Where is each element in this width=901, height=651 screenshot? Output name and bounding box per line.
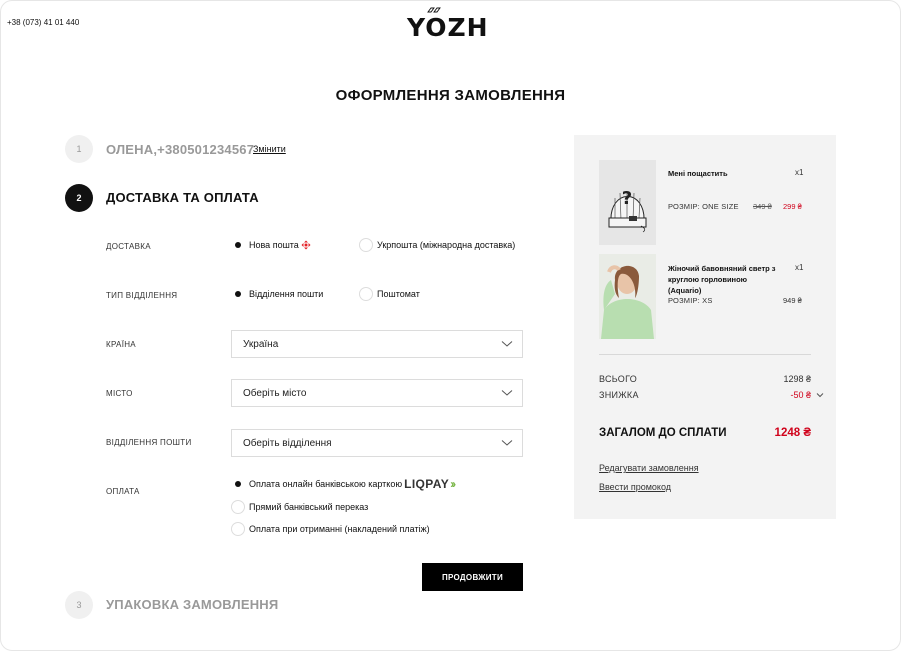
liqpay-logo: LIQPAY ›› <box>404 477 456 491</box>
radio-unchecked-icon <box>359 287 373 301</box>
product-size: РОЗМІР: XS <box>668 296 713 305</box>
delivery-option-ukrposhta[interactable]: Укрпошта (міжнародна доставка) <box>359 238 515 252</box>
country-select[interactable]: Україна <box>231 330 523 358</box>
liqpay-text: LIQPAY <box>404 477 450 491</box>
phone-number[interactable]: +38 (073) 41 01 440 <box>7 18 79 27</box>
branch-option-label: Відділення пошти <box>249 289 324 299</box>
product-price: 299 ₴ <box>783 202 802 211</box>
step-3-number: 3 <box>65 591 93 619</box>
discount-label: ЗНИЖКА <box>599 390 639 400</box>
radio-unchecked-icon <box>231 500 245 514</box>
total-value: 1248 ₴ <box>774 427 811 439</box>
country-label: КРАЇНА <box>106 340 136 349</box>
branch-option-post-office[interactable]: Відділення пошти <box>231 287 323 301</box>
discount-value: -50 ₴ <box>790 390 811 400</box>
total-label: ЗАГАЛОМ ДО СПЛАТИ <box>599 427 727 439</box>
payment-option-label: Оплата онлайн банківською карткою <box>249 479 403 489</box>
payment-option-cash-on-delivery[interactable]: Оплата при отриманні (накладений платіж) <box>231 522 430 536</box>
post-office-select-value: Оберіть відділення <box>243 437 332 449</box>
payment-option-label: Прямий банківський переказ <box>249 502 369 512</box>
city-label: МІСТО <box>106 389 133 398</box>
chevron-down-icon <box>501 341 513 347</box>
delivery-label: ДОСТАВКА <box>106 242 151 251</box>
city-select[interactable]: Оберіть місто <box>231 379 523 407</box>
product-name-line: круглою горловиною <box>668 275 748 284</box>
product-qty: x1 <box>795 168 804 177</box>
subtotal-value: 1298 ₴ <box>783 374 811 384</box>
post-office-select[interactable]: Оберіть відділення <box>231 429 523 457</box>
liqpay-chevrons-icon: ›› <box>450 477 456 491</box>
step-1-number: 1 <box>65 135 93 163</box>
product-name-line: (Aquario) <box>668 286 702 295</box>
summary-divider <box>599 354 811 355</box>
radio-checked-icon <box>231 238 245 252</box>
branch-option-label: Поштомат <box>377 289 420 299</box>
product-image-sweater[interactable] <box>599 254 656 339</box>
step-2-number: 2 <box>65 184 93 212</box>
radio-unchecked-icon <box>359 238 373 252</box>
change-contact-link[interactable]: Змінити <box>253 144 286 154</box>
branch-option-parcel-locker[interactable]: Поштомат <box>359 287 420 301</box>
payment-option-label: Оплата при отриманні (накладений платіж) <box>249 524 430 534</box>
post-office-label: ВІДДІЛЕННЯ ПОШТИ <box>106 438 192 447</box>
product-size: РОЗМІР: ONE SIZE <box>668 202 739 211</box>
subtotal-label: ВСЬОГО <box>599 374 638 384</box>
city-select-value: Оберіть місто <box>243 387 307 399</box>
product-price: 949 ₴ <box>783 296 802 305</box>
nova-poshta-icon <box>301 240 311 250</box>
radio-checked-icon <box>231 287 245 301</box>
radio-checked-icon <box>231 477 245 491</box>
payment-option-bank-transfer[interactable]: Прямий банківський переказ <box>231 500 368 514</box>
product-image-mystery-hat[interactable]: ? <box>599 160 656 245</box>
svg-text:?: ? <box>622 188 632 209</box>
payment-option-card[interactable]: Оплата онлайн банківською карткою LIQPAY… <box>231 477 456 491</box>
promo-code-link[interactable]: Ввести промокод <box>599 482 671 492</box>
discount-expand-chevron-icon[interactable] <box>816 392 824 398</box>
product-name[interactable]: Мені пощастить <box>668 168 728 179</box>
branch-type-label: ТИП ВІДДІЛЕННЯ <box>106 291 178 300</box>
delivery-option-label: Укрпошта (міжнародна доставка) <box>377 240 516 250</box>
step-3-title: УПАКОВКА ЗАМОВЛЕННЯ <box>106 597 279 612</box>
product-name-line: Жіночий бавовняний светр з <box>668 264 776 273</box>
continue-button[interactable]: ПРОДОВЖИТИ <box>422 563 523 591</box>
page-title: ОФОРМЛЕННЯ ЗАМОВЛЕННЯ <box>335 87 566 104</box>
step-2-title: ДОСТАВКА ТА ОПЛАТА <box>106 190 259 205</box>
step-1-title: ОЛЕНА,+380501234567 <box>106 142 255 157</box>
chevron-down-icon <box>501 390 513 396</box>
delivery-option-label: Нова пошта <box>249 240 299 250</box>
product-name[interactable]: Жіночий бавовняний светр з круглою горло… <box>668 263 776 296</box>
product-qty: x1 <box>795 263 804 272</box>
radio-unchecked-icon <box>231 522 245 536</box>
product-old-price: 349 ₴ <box>753 202 772 211</box>
payment-label: ОПЛАТА <box>106 487 140 496</box>
logo-text: YOZH <box>407 13 489 42</box>
logo[interactable]: YOZH <box>407 4 497 42</box>
delivery-option-nova-poshta[interactable]: Нова пошта <box>231 238 311 252</box>
country-select-value: Україна <box>243 338 279 350</box>
chevron-down-icon <box>501 440 513 446</box>
edit-order-link[interactable]: Редагувати замовлення <box>599 463 699 473</box>
